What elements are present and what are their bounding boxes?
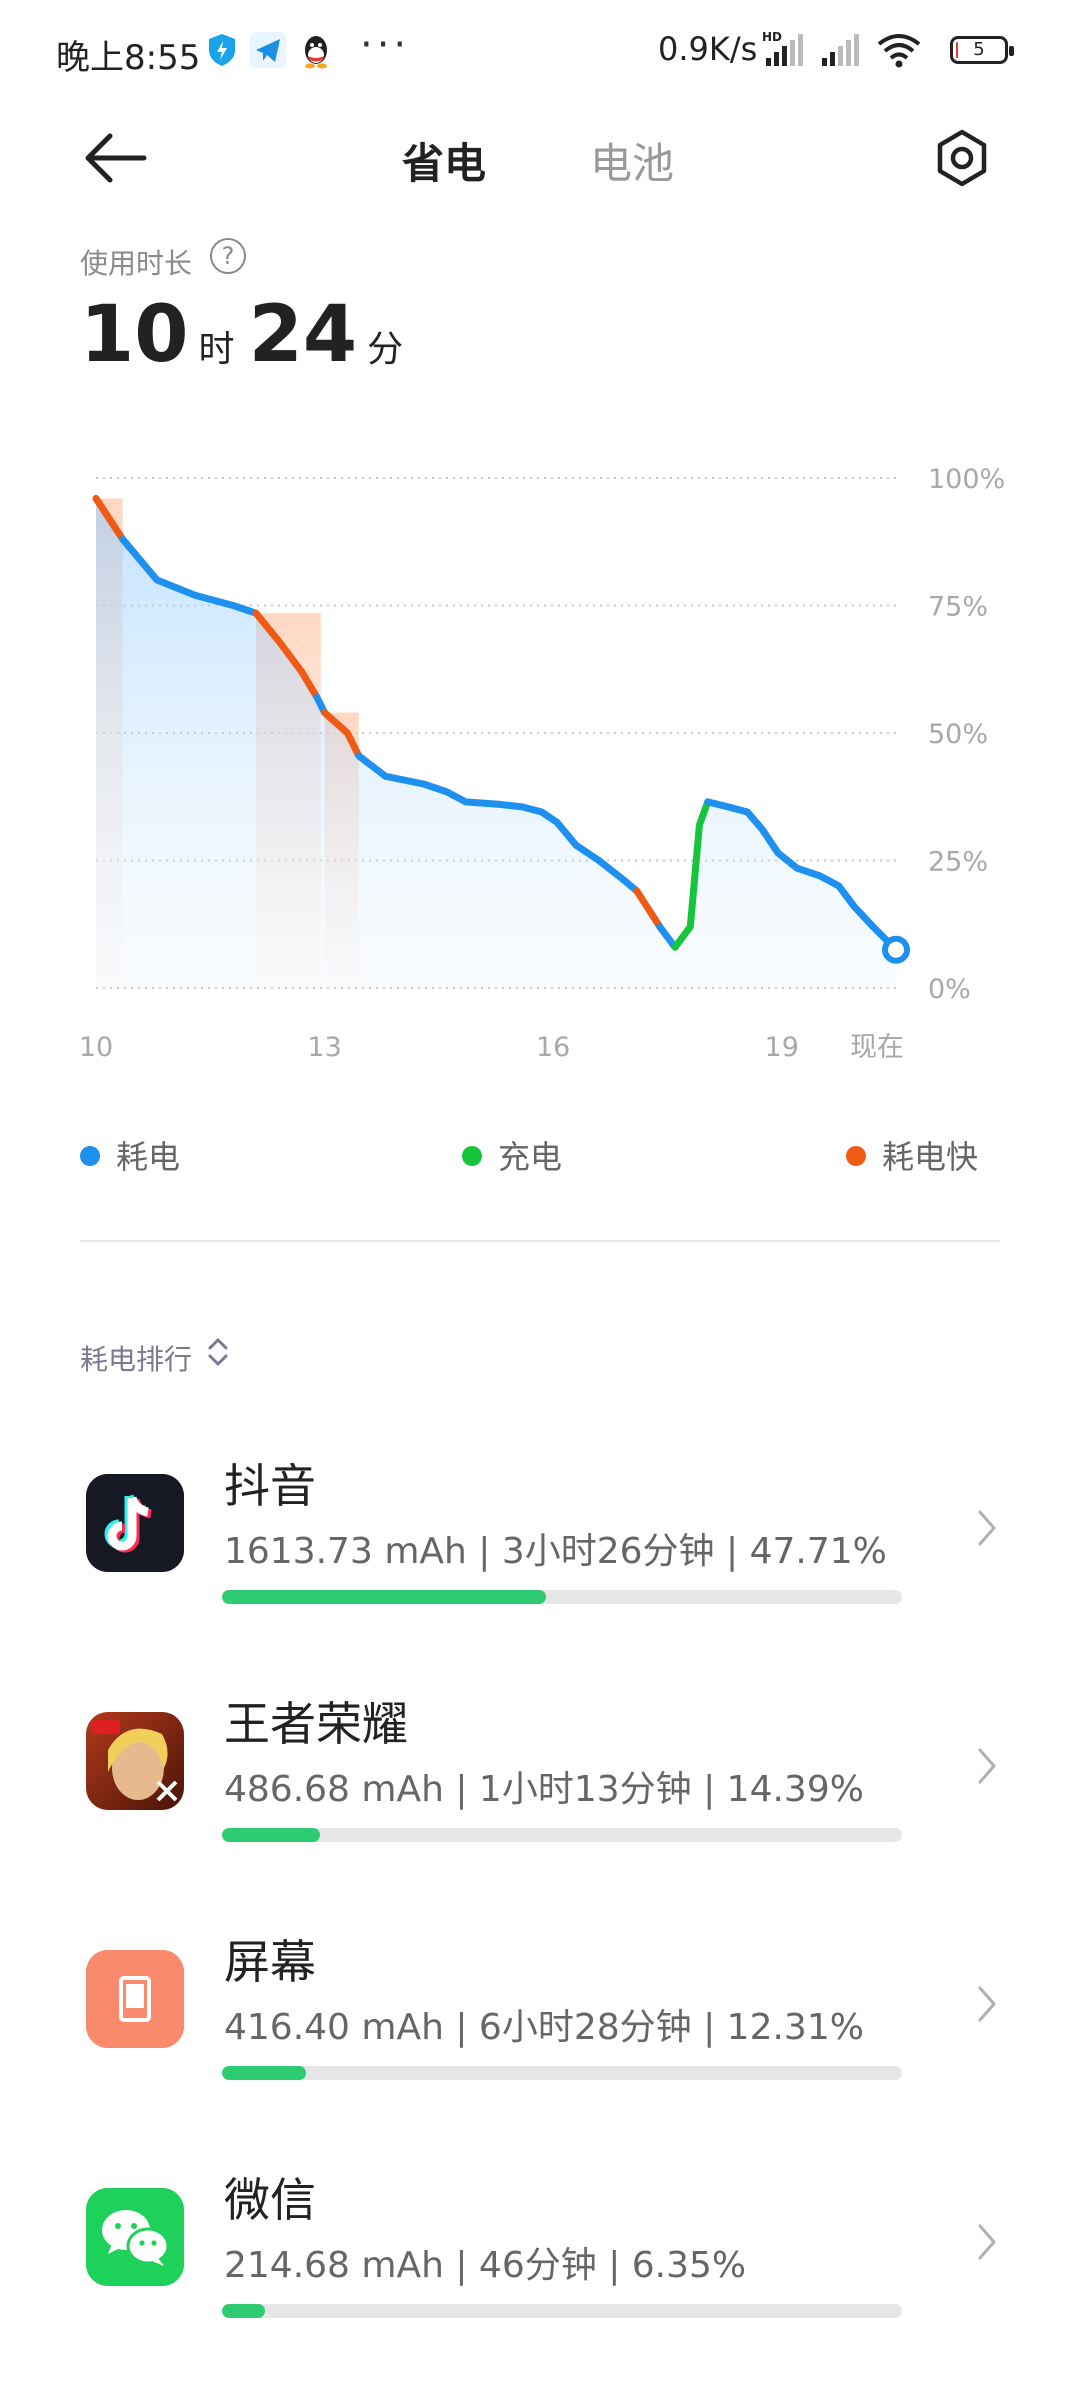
legend-fast-drain: 耗电快 bbox=[846, 1132, 978, 1178]
status-time: 晚上8:55 bbox=[56, 38, 201, 78]
legend-dot-charge bbox=[462, 1146, 482, 1166]
battery-level-chart[interactable]: 100% 75% 50% 25% 0% 10 13 16 19 现在 bbox=[0, 440, 1080, 1080]
usage-time-label: 使用时长 bbox=[80, 247, 193, 280]
usage-hours-unit: 时 bbox=[198, 329, 235, 370]
y-tick-label: 100% bbox=[928, 464, 1005, 495]
douyin-icon bbox=[86, 1474, 184, 1572]
usage-time-value: 10 时 24 分 bbox=[80, 290, 417, 380]
legend-label-charge: 充电 bbox=[498, 1138, 563, 1176]
svg-text:HD: HD bbox=[762, 30, 782, 44]
status-bar: 晚上8:55 ··· 0.9K/s HD 5 bbox=[0, 0, 1080, 104]
usage-bar-fill bbox=[222, 1590, 547, 1604]
app-name: 抖音 bbox=[224, 1459, 316, 1513]
qq-icon bbox=[305, 36, 327, 69]
app-usage-detail: 486.68 mAh | 1小时13分钟 | 14.39% bbox=[224, 1769, 864, 1810]
help-icon[interactable]: ? bbox=[210, 238, 246, 274]
settings-icon[interactable] bbox=[932, 128, 992, 188]
app-usage-detail: 1613.73 mAh | 3小时26分钟 | 47.71% bbox=[224, 1531, 887, 1572]
wechat-icon bbox=[86, 2188, 184, 2286]
usage-bar-fill bbox=[222, 2066, 306, 2080]
telegram-icon bbox=[250, 32, 286, 68]
x-tick-label: 16 bbox=[536, 1032, 570, 1063]
shield-icon bbox=[209, 34, 235, 66]
battery-area-fill bbox=[96, 498, 896, 988]
legend-label-fast-drain: 耗电快 bbox=[882, 1138, 979, 1176]
y-tick-label: 50% bbox=[928, 719, 988, 750]
usage-bar-fill bbox=[222, 1828, 320, 1842]
legend-charge: 充电 bbox=[462, 1132, 562, 1178]
legend-label-drain: 耗电 bbox=[116, 1138, 181, 1176]
app-name: 微信 bbox=[224, 2173, 316, 2227]
more-notifications-icon: ··· bbox=[360, 22, 411, 68]
usage-minutes: 24 bbox=[248, 290, 358, 380]
legend-dot-drain bbox=[80, 1146, 100, 1166]
battery-icon: 5 bbox=[950, 36, 1014, 64]
x-tick-label: 10 bbox=[79, 1032, 113, 1063]
usage-bar bbox=[222, 2304, 902, 2318]
app-usage-detail: 416.40 mAh | 6小时28分钟 | 12.31% bbox=[224, 2007, 864, 2048]
x-tick-label: 13 bbox=[307, 1032, 341, 1063]
y-tick-label: 75% bbox=[928, 592, 988, 623]
x-tick-label: 现在 bbox=[850, 1032, 904, 1063]
back-arrow-icon[interactable] bbox=[80, 128, 152, 188]
legend-drain: 耗电 bbox=[80, 1132, 180, 1178]
usage-bar bbox=[222, 2066, 902, 2080]
usage-bar bbox=[222, 1828, 902, 1842]
usage-bar bbox=[222, 1590, 902, 1604]
honor-of-kings-icon bbox=[86, 1712, 184, 1810]
tab-battery[interactable]: 电池 bbox=[590, 130, 674, 191]
chevron-right-icon bbox=[978, 2224, 996, 2260]
usage-hours: 10 bbox=[80, 290, 189, 380]
current-level-marker bbox=[882, 935, 910, 964]
wifi-icon bbox=[877, 34, 921, 68]
signal-hd-icon: HD bbox=[762, 30, 803, 66]
x-tick-label: 19 bbox=[765, 1032, 799, 1063]
chevron-right-icon bbox=[978, 1510, 996, 1546]
app-name: 屏幕 bbox=[224, 1935, 316, 1989]
app-row-screen[interactable]: 屏幕 416.40 mAh | 6小时28分钟 | 12.31% bbox=[0, 1888, 1080, 2108]
app-row-honor-of-kings[interactable]: 王者荣耀 486.68 mAh | 1小时13分钟 | 14.39% bbox=[0, 1650, 1080, 1870]
divider bbox=[80, 1240, 1000, 1242]
network-speed: 0.9K/s bbox=[658, 30, 758, 68]
app-name: 王者荣耀 bbox=[224, 1697, 408, 1751]
y-tick-label: 0% bbox=[928, 974, 971, 1005]
tab-power-saving[interactable]: 省电 bbox=[402, 130, 486, 191]
chevron-right-icon bbox=[978, 1986, 996, 2022]
sort-toggle-icon[interactable] bbox=[206, 1334, 230, 1370]
battery-level: 5 bbox=[973, 39, 985, 60]
app-row-wechat[interactable]: 微信 214.68 mAh | 46分钟 | 6.35% bbox=[0, 2126, 1080, 2346]
chevron-right-icon bbox=[978, 1748, 996, 1784]
y-tick-label: 25% bbox=[928, 847, 988, 878]
ranking-sort-label[interactable]: 耗电排行 bbox=[80, 1338, 192, 1378]
app-usage-detail: 214.68 mAh | 46分钟 | 6.35% bbox=[224, 2245, 747, 2286]
app-row-douyin[interactable]: 抖音 1613.73 mAh | 3小时26分钟 | 47.71% bbox=[0, 1412, 1080, 1632]
legend-dot-fast-drain bbox=[846, 1146, 866, 1166]
signal-icon bbox=[822, 34, 859, 66]
usage-bar-fill bbox=[222, 2304, 266, 2318]
screen-icon bbox=[86, 1950, 184, 2048]
usage-minutes-unit: 分 bbox=[367, 329, 404, 370]
